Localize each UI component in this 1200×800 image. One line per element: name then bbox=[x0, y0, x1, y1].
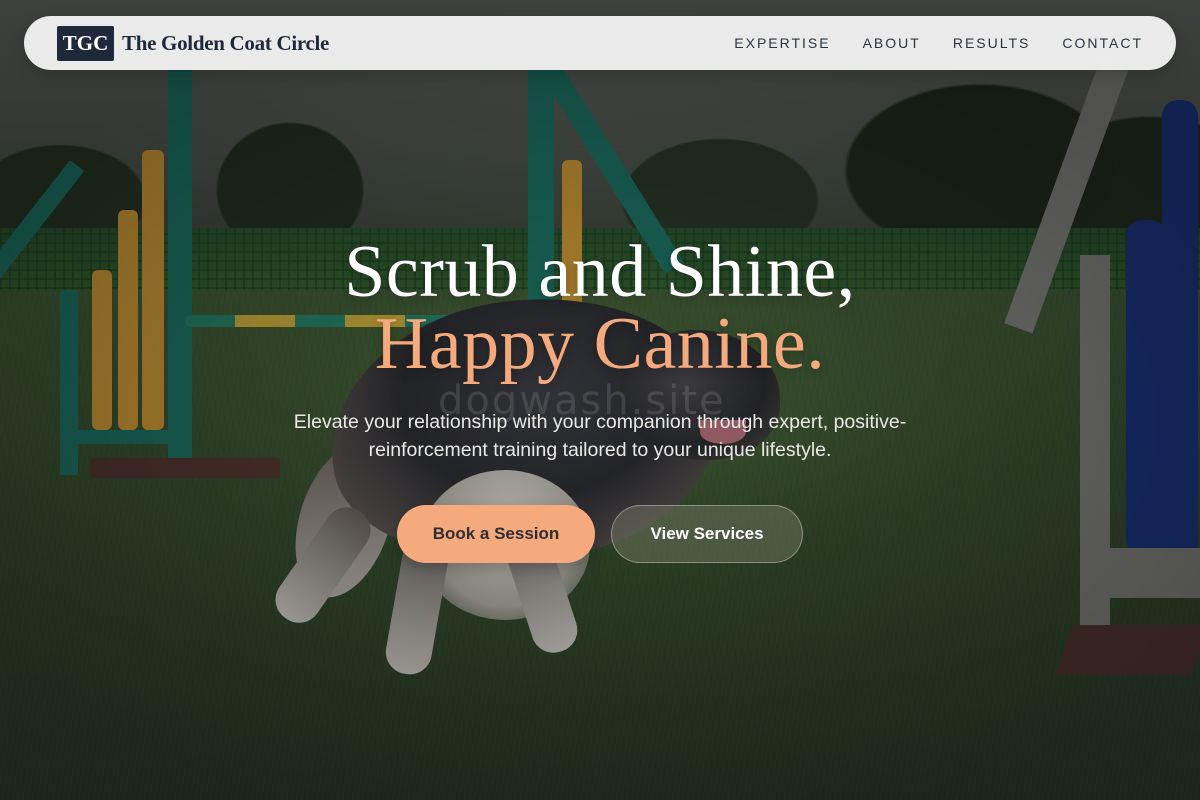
hero-subtext: Elevate your relationship with your comp… bbox=[293, 411, 907, 461]
hero-section: Scrub and Shine, Happy Canine. Elevate y… bbox=[0, 235, 1200, 563]
nav-links: EXPERTISE ABOUT RESULTS CONTACT bbox=[734, 35, 1143, 51]
nav-link-results[interactable]: RESULTS bbox=[953, 35, 1031, 51]
view-services-button[interactable]: View Services bbox=[611, 505, 803, 563]
nav-link-contact[interactable]: CONTACT bbox=[1062, 35, 1143, 51]
hero-headline: Scrub and Shine, Happy Canine. bbox=[0, 235, 1200, 385]
nav-link-about[interactable]: ABOUT bbox=[863, 35, 921, 51]
hero-cta-row: Book a Session View Services bbox=[0, 505, 1200, 563]
hero-headline-line1: Scrub and Shine, bbox=[344, 231, 856, 313]
book-session-button[interactable]: Book a Session bbox=[397, 505, 595, 563]
brand-logo-link[interactable]: TGC The Golden Coat Circle bbox=[57, 25, 330, 61]
hero-headline-line2: Happy Canine. bbox=[374, 303, 826, 385]
top-navbar: TGC The Golden Coat Circle EXPERTISE ABO… bbox=[24, 16, 1176, 70]
nav-link-expertise[interactable]: EXPERTISE bbox=[734, 35, 830, 51]
logo-mark: TGC bbox=[57, 25, 114, 61]
brand-name: The Golden Coat Circle bbox=[122, 30, 330, 55]
